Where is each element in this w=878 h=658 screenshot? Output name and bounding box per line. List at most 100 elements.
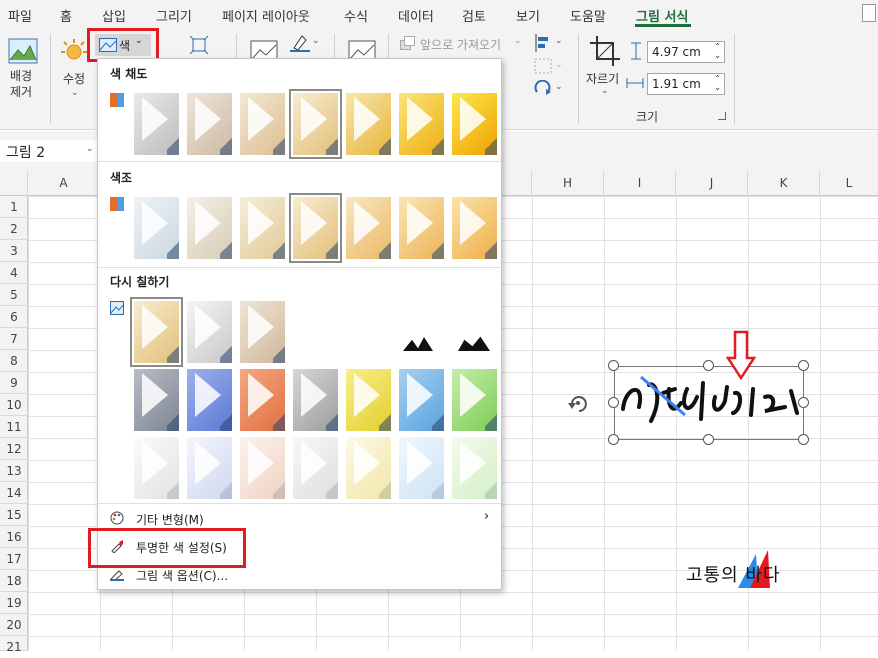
recolor-option[interactable]	[187, 301, 232, 363]
resize-handle[interactable]	[608, 360, 619, 371]
row-header[interactable]: 15	[0, 504, 28, 526]
tone-option-selected[interactable]	[289, 193, 342, 263]
resize-handle[interactable]	[703, 360, 714, 371]
remove-background-label[interactable]: 배경 제거	[10, 68, 32, 100]
height-input[interactable]: 4.97 cm ⌃ ⌄	[647, 41, 725, 63]
crop-label[interactable]: 자르기	[586, 70, 619, 87]
resize-handle[interactable]	[798, 397, 809, 408]
name-box[interactable]: 그림 2	[0, 140, 98, 162]
row-header[interactable]: 10	[0, 394, 28, 416]
recolor-option[interactable]	[399, 301, 444, 363]
row-header[interactable]: 1	[0, 196, 28, 218]
recolor-option[interactable]	[346, 301, 391, 363]
tab-picture-format[interactable]: 그림 서식	[636, 6, 688, 25]
tone-option[interactable]	[452, 197, 497, 259]
recolor-option[interactable]	[452, 437, 497, 499]
recolor-option[interactable]	[399, 437, 444, 499]
name-box-dropdown-icon[interactable]: ⌄	[86, 144, 94, 154]
picture-icon[interactable]	[862, 4, 876, 22]
bring-forward-icon[interactable]	[400, 36, 416, 50]
saturation-option[interactable]	[346, 93, 391, 155]
corrections-label[interactable]: 수정	[63, 70, 85, 87]
resize-handle[interactable]	[703, 434, 714, 445]
row-header[interactable]: 7	[0, 328, 28, 350]
size-dialog-launcher-icon[interactable]	[718, 112, 726, 120]
tone-option[interactable]	[134, 197, 179, 259]
recolor-option[interactable]	[134, 437, 179, 499]
recolor-option[interactable]	[293, 369, 338, 431]
row-header[interactable]: 8	[0, 350, 28, 372]
row-header[interactable]: 3	[0, 240, 28, 262]
row-header[interactable]: 13	[0, 460, 28, 482]
resize-handle[interactable]	[798, 360, 809, 371]
recolor-option[interactable]	[346, 369, 391, 431]
recolor-option[interactable]	[346, 437, 391, 499]
tab-help[interactable]: 도움말	[570, 6, 606, 25]
column-header[interactable]: K	[748, 170, 820, 196]
saturation-option[interactable]	[240, 93, 285, 155]
saturation-option[interactable]	[187, 93, 232, 155]
column-header[interactable]: L	[820, 170, 878, 196]
saturation-option[interactable]	[452, 93, 497, 155]
align-icon[interactable]	[534, 34, 552, 52]
recolor-option[interactable]	[452, 301, 497, 363]
recolor-option[interactable]	[293, 437, 338, 499]
bring-forward-label[interactable]: 앞으로 가져오기	[420, 36, 501, 53]
row-header[interactable]: 20	[0, 614, 28, 636]
selected-picture[interactable]	[614, 366, 804, 440]
row-header[interactable]: 4	[0, 262, 28, 284]
tab-file[interactable]: 파일	[8, 6, 32, 25]
saturation-option[interactable]	[134, 93, 179, 155]
tab-page-layout[interactable]: 페이지 레이아웃	[222, 6, 310, 25]
column-header[interactable]: H	[532, 170, 604, 196]
tab-home[interactable]: 홈	[60, 6, 72, 25]
row-header[interactable]: 21	[0, 636, 28, 654]
tab-draw[interactable]: 그리기	[156, 6, 192, 25]
row-header[interactable]: 12	[0, 438, 28, 460]
recolor-option[interactable]	[187, 369, 232, 431]
recolor-option[interactable]	[240, 437, 285, 499]
recolor-option-selected[interactable]	[130, 297, 183, 367]
tone-option[interactable]	[399, 197, 444, 259]
resize-handle[interactable]	[798, 434, 809, 445]
tone-option[interactable]	[187, 197, 232, 259]
recolor-option[interactable]	[240, 369, 285, 431]
row-header[interactable]: 19	[0, 592, 28, 614]
compress-picture-icon[interactable]	[190, 36, 208, 54]
row-header[interactable]: 2	[0, 218, 28, 240]
recolor-option[interactable]	[134, 369, 179, 431]
tab-review[interactable]: 검토	[462, 6, 486, 25]
recolor-option[interactable]	[452, 369, 497, 431]
recolor-option[interactable]	[187, 437, 232, 499]
row-header[interactable]: 9	[0, 372, 28, 394]
tab-insert[interactable]: 삽입	[102, 6, 126, 25]
resize-handle[interactable]	[608, 397, 619, 408]
rotate-handle-icon[interactable]	[566, 391, 590, 415]
recolor-option[interactable]	[293, 301, 338, 363]
tone-option[interactable]	[240, 197, 285, 259]
crop-icon[interactable]	[590, 36, 620, 66]
recolor-option[interactable]	[399, 369, 444, 431]
group-icon[interactable]	[534, 58, 552, 74]
width-input[interactable]: 1.91 cm ⌃ ⌄	[647, 73, 725, 95]
row-header[interactable]: 17	[0, 548, 28, 570]
row-header[interactable]: 6	[0, 306, 28, 328]
row-header[interactable]: 18	[0, 570, 28, 592]
saturation-option-selected[interactable]	[289, 89, 342, 159]
saturation-option[interactable]	[399, 93, 444, 155]
tab-formulas[interactable]: 수식	[344, 6, 368, 25]
row-header[interactable]: 11	[0, 416, 28, 438]
column-header[interactable]: A	[28, 170, 100, 196]
resize-handle[interactable]	[608, 434, 619, 445]
select-all-corner[interactable]	[0, 170, 28, 196]
tab-data[interactable]: 데이터	[398, 6, 434, 25]
picture-border-icon[interactable]	[290, 34, 310, 52]
row-header[interactable]: 16	[0, 526, 28, 548]
rotate-icon[interactable]	[534, 80, 552, 96]
column-header[interactable]: J	[676, 170, 748, 196]
recolor-option[interactable]	[240, 301, 285, 363]
tone-option[interactable]	[346, 197, 391, 259]
column-header[interactable]: I	[604, 170, 676, 196]
row-header[interactable]: 14	[0, 482, 28, 504]
tab-view[interactable]: 보기	[516, 6, 540, 25]
